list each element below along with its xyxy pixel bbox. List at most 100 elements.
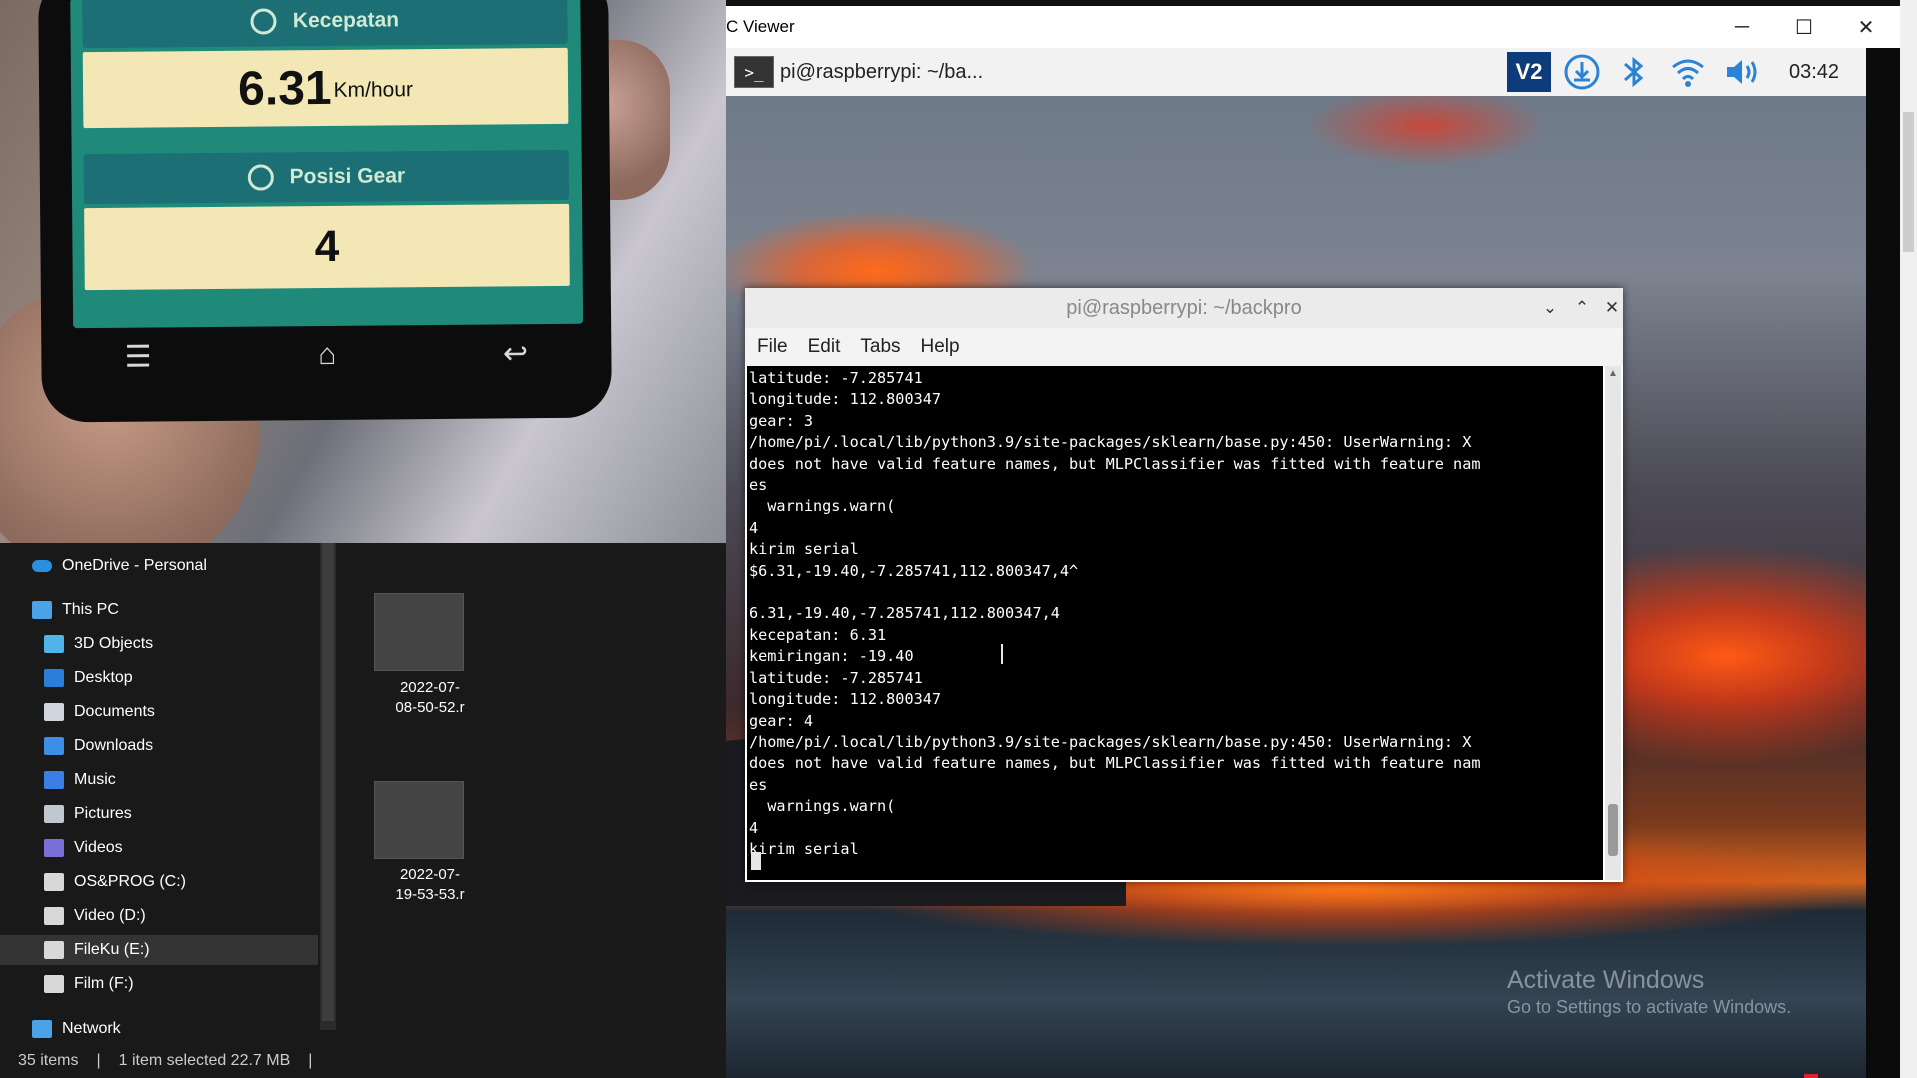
menu-icon: ☰ xyxy=(124,340,152,374)
wifi-icon[interactable] xyxy=(1666,52,1710,92)
phone-device: Kecepatan 6.31 Km/hour Posisi Gear 4 ☰ ⌂… xyxy=(38,0,612,423)
minimize-button[interactable]: ─ xyxy=(1712,6,1772,48)
nav-label: Downloads xyxy=(74,737,154,754)
nav-pictures[interactable]: Pictures xyxy=(44,799,132,829)
terminal-task-button[interactable]: >_ pi@raspberrypi: ~/ba... xyxy=(734,54,983,90)
nav-label: Video (D:) xyxy=(74,907,146,924)
nav-drive-d[interactable]: Video (D:) xyxy=(44,901,146,931)
speed-header: Kecepatan xyxy=(82,0,568,49)
nav-label: 3D Objects xyxy=(74,635,154,652)
speedometer-icon xyxy=(250,8,277,35)
clock[interactable]: 03:42 xyxy=(1789,48,1839,96)
gear-label: Posisi Gear xyxy=(289,164,406,189)
nav-label: Network xyxy=(62,1020,121,1037)
nav-drive-e[interactable]: FileKu (E:) xyxy=(0,935,318,965)
nav-onedrive[interactable]: OneDrive - Personal xyxy=(32,551,207,581)
nav-network[interactable]: Network xyxy=(32,1014,121,1044)
speed-label: Kecepatan xyxy=(292,8,400,33)
close-icon[interactable]: ✕ xyxy=(1597,288,1627,328)
speed-unit: Km/hour xyxy=(333,78,414,102)
activate-subtitle: Go to Settings to activate Windows. xyxy=(1507,997,1792,1017)
viewer-margin xyxy=(1866,48,1900,1078)
window-titlebar: C Viewer ─ ☐ ✕ xyxy=(726,6,1900,48)
window-title: C Viewer xyxy=(726,17,795,36)
gear-header: Posisi Gear xyxy=(83,149,570,205)
text-cursor-icon xyxy=(1001,644,1003,664)
chevron-up-icon[interactable]: ⌃ xyxy=(1567,288,1597,328)
terminal-icon: >_ xyxy=(734,56,774,88)
back-icon: ↩ xyxy=(502,337,529,371)
task-label: pi@raspberrypi: ~/ba... xyxy=(780,60,984,83)
nav-3d-objects[interactable]: 3D Objects xyxy=(44,629,153,659)
nav-videos[interactable]: Videos xyxy=(44,833,123,863)
navigation-pane: OneDrive - Personal This PC 3D Objects D… xyxy=(0,543,318,1043)
nav-drive-c[interactable]: OS&PROG (C:) xyxy=(44,867,186,897)
volume-icon[interactable] xyxy=(1720,52,1766,92)
file-name[interactable]: 2022-07- 19-53-53.r xyxy=(370,865,490,905)
documents-icon xyxy=(44,703,64,721)
gear-value-box: 4 xyxy=(84,203,570,291)
nav-label: This PC xyxy=(62,601,119,618)
status-divider: | xyxy=(308,1051,313,1069)
drive-icon xyxy=(44,975,64,993)
videos-icon xyxy=(44,839,64,857)
terminal-scrollbar[interactable]: ▲ xyxy=(1605,366,1621,880)
close-button[interactable]: ✕ xyxy=(1836,6,1896,48)
pi-desktop: pi@raspberrypi: ~/backpro ⌄ ⌃ ✕ File Edi… xyxy=(726,96,1866,1078)
drive-icon xyxy=(44,907,64,925)
nav-label: FileKu (E:) xyxy=(74,941,150,958)
nav-label: OS&PROG (C:) xyxy=(74,873,187,890)
status-bar: 35 items | 1 item selected 22.7 MB | xyxy=(0,1043,497,1078)
speed-value-box: 6.31 Km/hour xyxy=(82,47,569,129)
files-pane: 2022-07- 08-50-52.r 2022-07- 19-53-53.r xyxy=(340,543,497,1043)
scrollbar-thumb[interactable] xyxy=(1608,804,1618,856)
menu-file[interactable]: File xyxy=(757,336,788,358)
nav-label: Videos xyxy=(74,839,123,856)
bluetooth-icon[interactable] xyxy=(1614,52,1654,92)
phone-camera-overlay: Kecepatan 6.31 Km/hour Posisi Gear 4 ☰ ⌂… xyxy=(0,0,726,543)
scrollbar-thumb[interactable] xyxy=(322,543,334,1021)
drive-icon xyxy=(44,941,64,959)
terminal-titlebar[interactable]: pi@raspberrypi: ~/backpro xyxy=(745,288,1623,328)
nav-documents[interactable]: Documents xyxy=(44,697,155,727)
scroll-up-arrow[interactable]: ▲ xyxy=(1608,368,1618,379)
nav-label: OneDrive - Personal xyxy=(62,557,207,574)
nav-scrollbar[interactable] xyxy=(320,543,336,1030)
viewer-scrollbar[interactable] xyxy=(1900,0,1917,1078)
raspberry-pi-taskbar: >_ pi@raspberrypi: ~/ba... V2 03:42 xyxy=(726,48,1866,96)
status-divider: | xyxy=(96,1051,101,1069)
nav-drive-f[interactable]: Film (F:) xyxy=(44,969,134,999)
menu-edit[interactable]: Edit xyxy=(808,336,841,358)
video-thumbnail[interactable] xyxy=(374,781,464,859)
gear-value: 4 xyxy=(314,221,340,272)
terminal-output[interactable]: latitude: -7.285741 longitude: 112.80034… xyxy=(747,366,1603,880)
gear-icon xyxy=(247,164,274,191)
menu-help[interactable]: Help xyxy=(921,336,960,358)
nav-label: Documents xyxy=(74,703,155,720)
desktop-icon xyxy=(44,669,64,687)
updater-icon[interactable] xyxy=(1560,52,1604,92)
nav-music[interactable]: Music xyxy=(44,765,116,795)
pictures-icon xyxy=(44,805,64,823)
item-count: 35 items xyxy=(18,1051,79,1069)
video-thumbnail[interactable] xyxy=(374,593,464,671)
file-name[interactable]: 2022-07- 08-50-52.r xyxy=(370,678,490,718)
music-icon xyxy=(44,771,64,789)
terminal-window: pi@raspberrypi: ~/backpro ⌄ ⌃ ✕ File Edi… xyxy=(745,288,1623,882)
maximize-button[interactable]: ☐ xyxy=(1774,6,1834,48)
progress-marker xyxy=(1804,1074,1818,1078)
terminal-text: latitude: -7.285741 longitude: 112.80034… xyxy=(749,369,1481,858)
chevron-down-icon[interactable]: ⌄ xyxy=(1535,288,1565,328)
nav-desktop[interactable]: Desktop xyxy=(44,663,133,693)
speed-value: 6.31 xyxy=(237,61,332,116)
nav-label: Film (F:) xyxy=(74,975,134,992)
drive-icon xyxy=(44,873,64,891)
nav-this-pc[interactable]: This PC xyxy=(32,595,119,625)
vnc-icon[interactable]: V2 xyxy=(1506,52,1552,92)
nav-label: Music xyxy=(74,771,116,788)
nav-downloads[interactable]: Downloads xyxy=(44,731,153,761)
scrollbar-thumb[interactable] xyxy=(1903,112,1914,252)
phone-app-screen: Kecepatan 6.31 Km/hour Posisi Gear 4 xyxy=(70,0,584,329)
terminal-title: pi@raspberrypi: ~/backpro xyxy=(1066,296,1302,319)
menu-tabs[interactable]: Tabs xyxy=(860,336,900,358)
